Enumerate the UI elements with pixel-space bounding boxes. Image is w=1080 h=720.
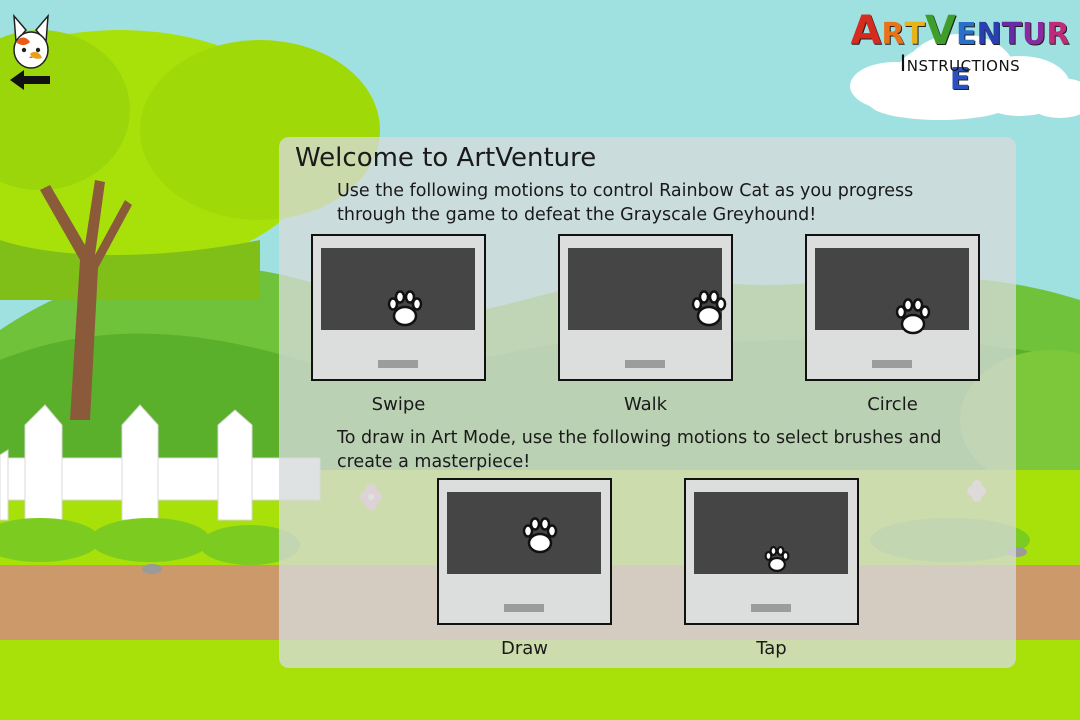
- motion-label-draw: Draw: [500, 638, 548, 659]
- logo-letter: T: [904, 17, 925, 52]
- art-mode-intro: To draw in Art Mode, use the following m…: [337, 428, 942, 472]
- motion-card-draw: [437, 478, 612, 625]
- logo-letter: V: [925, 8, 956, 54]
- logo-letter: R: [881, 17, 905, 52]
- paw-icon: [387, 290, 423, 327]
- device-home-button: [504, 604, 544, 612]
- game-motions-intro: Use the following motions to control Rai…: [337, 181, 914, 225]
- back-button[interactable]: [6, 12, 56, 92]
- logo-subtitle: Instructions: [899, 52, 1021, 77]
- paw-icon: [522, 517, 558, 554]
- motion-card-tap: [684, 478, 859, 625]
- panel-title: Welcome to ArtVenture: [295, 143, 597, 173]
- logo-letter: T: [1001, 17, 1023, 52]
- motion-label-tap: Tap: [756, 638, 787, 659]
- device-home-button: [625, 360, 665, 368]
- paw-icon: [895, 298, 931, 335]
- device-screen: [815, 248, 969, 330]
- motion-card-circle: [805, 234, 980, 381]
- device-home-button: [872, 360, 912, 368]
- device-home-button: [751, 604, 791, 612]
- motion-card-swipe: [311, 234, 486, 381]
- paw-icon: [764, 546, 790, 572]
- logo-letter: U: [1022, 17, 1047, 52]
- logo-letter: E: [955, 17, 977, 52]
- arrow-left-icon: [10, 70, 50, 90]
- logo-letter: A: [850, 8, 882, 54]
- paw-icon: [691, 290, 727, 327]
- logo-letter: N: [976, 17, 1002, 52]
- artventure-logo: ARTVENTURE Instructions: [840, 6, 1075, 116]
- motion-label-walk: Walk: [623, 394, 668, 415]
- motion-label-circle: Circle: [867, 394, 918, 415]
- motion-label-swipe: Swipe: [371, 394, 426, 415]
- logo-letter: R: [1046, 17, 1070, 52]
- instructions-panel: Welcome to ArtVenture Use the following …: [279, 137, 1016, 668]
- device-home-button: [378, 360, 418, 368]
- motion-card-walk: [558, 234, 733, 381]
